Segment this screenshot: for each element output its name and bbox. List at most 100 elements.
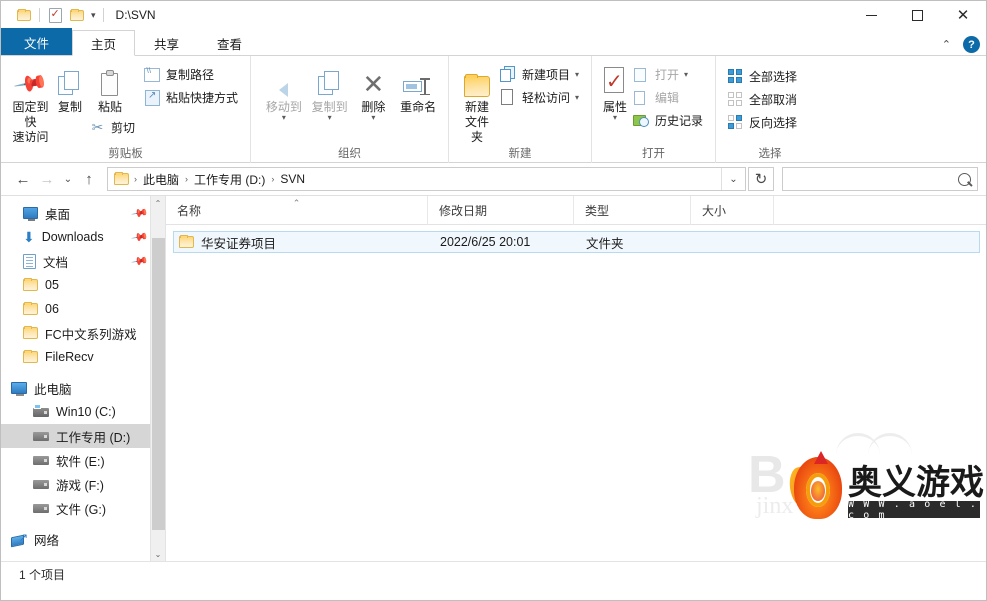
tab-home[interactable]: 主页 [72, 30, 136, 56]
delete-caret-icon[interactable]: ▾ [371, 114, 375, 122]
sidebar-item-fc-games[interactable]: FC中文系列游戏 [1, 321, 165, 345]
pin-to-quick-access-button[interactable]: 📌 固定到快 速访问 [7, 60, 54, 145]
column-header-name[interactable]: ⌃ 名称 [166, 195, 428, 225]
tab-view[interactable]: 查看 [198, 30, 261, 56]
address-bar[interactable]: › 此电脑 › 工作专用 (D:) › SVN ⌄ [107, 167, 746, 191]
breadcrumb-item-drive-d[interactable]: 工作专用 (D:) [189, 169, 270, 190]
address-dropdown-icon[interactable]: ⌄ [721, 168, 745, 190]
paste-icon [99, 63, 121, 97]
sidebar-item-network[interactable]: 网络 [1, 527, 165, 551]
sidebar-item-05[interactable]: 05 [1, 273, 165, 297]
move-to-caret-icon[interactable]: ▾ [282, 114, 286, 122]
navigation-pane: 桌面 📌 ⬇ Downloads 📌 文档 📌 05 06 FC中文系列游戏 F… [1, 196, 166, 561]
scroll-down-icon[interactable]: ⌄ [151, 547, 165, 561]
properties-button[interactable]: ✓ 属性 ▾ [600, 60, 630, 122]
forward-button[interactable]: → [35, 167, 59, 191]
sidebar-item-06[interactable]: 06 [1, 297, 165, 321]
sidebar-label-downloads: Downloads [41, 230, 104, 244]
back-button[interactable]: ← [11, 167, 35, 191]
paste-shortcut-button[interactable]: 粘贴快捷方式 [141, 87, 244, 108]
sidebar-item-drive-d[interactable]: 工作专用 (D:) [1, 424, 165, 448]
easy-access-button[interactable]: 轻松访问 ▾ [497, 87, 585, 108]
invert-selection-button[interactable]: 反向选择 [724, 112, 803, 133]
ribbon-group-select: 全部选择 全部取消 反向选择 选择 [716, 56, 824, 163]
copy-button[interactable]: 复制 [54, 60, 86, 115]
new-item-button[interactable]: 新建项目 ▾ [497, 64, 585, 85]
scroll-up-icon[interactable]: ⌃ [151, 196, 165, 211]
ribbon-group-open: ✓ 属性 ▾ 打开 ▾ 编辑 历史记录 打开 [592, 56, 716, 163]
column-header-date[interactable]: 修改日期 [428, 195, 574, 225]
close-button[interactable]: ✕ [940, 1, 986, 29]
paste-button[interactable]: 粘贴 [86, 60, 134, 115]
sidebar-item-drive-c[interactable]: Win10 (C:) [1, 400, 165, 424]
sidebar-item-drive-g[interactable]: 文件 (G:) [1, 496, 165, 520]
easy-access-caret-icon[interactable]: ▾ [575, 93, 579, 101]
file-date-cell: 2022/6/25 20:01 [440, 235, 531, 249]
copy-to-button[interactable]: 复制到 ▾ [307, 60, 353, 122]
properties-icon[interactable] [44, 4, 66, 26]
window-controls: ✕ [848, 1, 986, 29]
drive-win-icon [33, 403, 49, 417]
refresh-button[interactable]: ↻ [748, 167, 774, 191]
column-header-type[interactable]: 类型 [574, 195, 691, 225]
navpane-scrollbar[interactable]: ⌃ ⌄ [150, 196, 165, 561]
tab-file[interactable]: 文件 [1, 28, 73, 55]
file-explorer-window: ▾ D:\SVN ✕ 文件 主页 共享 查看 ⌃ ? 📌 固定到快 [0, 0, 987, 601]
new-folder-button[interactable]: 新建 文件夹 [457, 60, 497, 145]
new-item-caret-icon[interactable]: ▾ [575, 70, 579, 78]
scrollbar-thumb[interactable] [152, 238, 165, 530]
sidebar-item-drive-e[interactable]: 软件 (E:) [1, 448, 165, 472]
cut-button[interactable]: ✂ 剪切 [86, 117, 141, 138]
open-button[interactable]: 打开 ▾ [630, 64, 709, 85]
edit-button[interactable]: 编辑 [630, 87, 709, 108]
pin-icon[interactable]: 📌 [131, 228, 150, 247]
breadcrumb-item-this-pc[interactable]: 此电脑 [138, 169, 184, 190]
sidebar-label-drive-f: 游戏 (F:) [56, 478, 104, 493]
edit-icon [633, 89, 650, 106]
sidebar-item-downloads[interactable]: ⬇ Downloads 📌 [1, 225, 165, 249]
search-icon[interactable] [958, 172, 971, 186]
collapse-ribbon-icon[interactable]: ⌃ [938, 36, 955, 53]
search-input[interactable] [789, 172, 958, 186]
column-header-size[interactable]: 大小 [691, 195, 774, 225]
history-button[interactable]: 历史记录 [630, 110, 709, 131]
maximize-button[interactable] [894, 1, 940, 29]
select-none-button[interactable]: 全部取消 [724, 89, 803, 110]
copy-to-caret-icon[interactable]: ▾ [328, 114, 332, 122]
new-folder-icon [463, 63, 490, 97]
chevron-down-icon[interactable]: ▾ [88, 10, 99, 21]
drive-icon [33, 479, 49, 489]
sidebar-item-this-pc[interactable]: 此电脑 [1, 376, 165, 400]
tab-share[interactable]: 共享 [135, 30, 198, 56]
copy-path-button[interactable]: 复制路径 [141, 64, 244, 85]
table-row[interactable]: 华安证券项目 2022/6/25 20:01 文件夹 [173, 231, 980, 253]
sidebar-label-fc-games: FC中文系列游戏 [45, 327, 137, 342]
help-icon[interactable]: ? [963, 36, 980, 53]
address-bar-row: ← → ⌄ ↑ › 此电脑 › 工作专用 (D:) › SVN ⌄ ↻ [1, 163, 986, 195]
watermark-arc-right [868, 433, 912, 455]
move-to-button[interactable]: 移动到 ▾ [261, 60, 307, 122]
rename-button[interactable]: 重命名 [394, 60, 442, 115]
sidebar-label-05: 05 [45, 278, 59, 292]
up-button[interactable]: ↑ [77, 167, 101, 191]
sidebar-item-documents[interactable]: 文档 📌 [1, 249, 165, 273]
new-folder-icon[interactable] [66, 4, 88, 26]
sidebar-item-filerecv[interactable]: FileRecv [1, 345, 165, 369]
sidebar-item-drive-f[interactable]: 游戏 (F:) [1, 472, 165, 496]
drive-icon [33, 431, 49, 441]
sidebar-label-documents: 文档 [43, 255, 69, 270]
breadcrumb-item-svn[interactable]: SVN [275, 170, 310, 188]
recent-locations-icon[interactable]: ⌄ [59, 167, 77, 191]
properties-icon-large: ✓ [602, 63, 628, 97]
pin-icon[interactable]: 📌 [131, 252, 150, 271]
breadcrumb-folder-icon [114, 171, 129, 185]
pin-icon[interactable]: 📌 [131, 204, 150, 223]
minimize-button[interactable] [848, 1, 894, 29]
search-box[interactable] [782, 167, 978, 191]
open-caret-icon[interactable]: ▾ [684, 70, 688, 78]
delete-button[interactable]: ✕ 删除 ▾ [352, 60, 394, 122]
properties-caret-icon[interactable]: ▾ [613, 114, 617, 122]
watermark-ghost-sub: jinx [756, 493, 794, 519]
select-all-button[interactable]: 全部选择 [724, 66, 803, 87]
sidebar-item-desktop[interactable]: 桌面 📌 [1, 201, 165, 225]
